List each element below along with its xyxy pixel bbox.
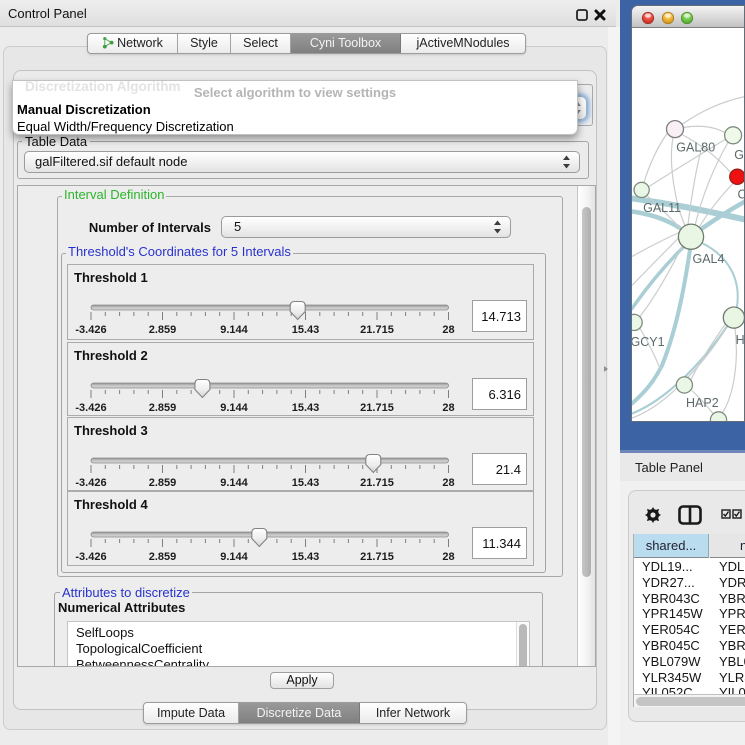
svg-text:HAP2: HAP2 [686,396,719,410]
svg-text:9.144: 9.144 [220,324,248,336]
svg-text:9.144: 9.144 [220,551,248,563]
svg-text:-3.426: -3.426 [75,551,106,563]
svg-text:28: 28 [442,477,454,489]
svg-text:2.859: 2.859 [149,324,177,336]
svg-text:21.715: 21.715 [360,324,394,336]
svg-text:-3.426: -3.426 [75,324,106,336]
svg-text:9.144: 9.144 [220,402,248,414]
svg-text:21.715: 21.715 [360,402,394,414]
svg-text:GAL11: GAL11 [643,201,681,215]
svg-text:28: 28 [442,402,454,414]
svg-text:GCY1: GCY1 [632,335,665,349]
svg-text:15.43: 15.43 [292,402,320,414]
svg-text:28: 28 [442,324,454,336]
svg-text:H: H [736,333,745,347]
svg-text:2.859: 2.859 [149,402,177,414]
svg-text:-3.426: -3.426 [75,402,106,414]
svg-text:28: 28 [442,551,454,563]
svg-text:GA: GA [734,148,745,162]
svg-text:GAL80: GAL80 [676,141,715,155]
svg-text:15.43: 15.43 [292,477,320,489]
svg-text:15.43: 15.43 [292,324,320,336]
svg-text:-3.426: -3.426 [75,477,106,489]
svg-text:15.43: 15.43 [292,551,320,563]
svg-text:9.144: 9.144 [220,477,248,489]
svg-text:2.859: 2.859 [149,477,177,489]
svg-text:21.715: 21.715 [360,477,394,489]
svg-text:21.715: 21.715 [360,551,394,563]
svg-text:CY: CY [738,187,745,201]
svg-text:2.859: 2.859 [149,551,177,563]
svg-text:GAL4: GAL4 [693,252,725,266]
